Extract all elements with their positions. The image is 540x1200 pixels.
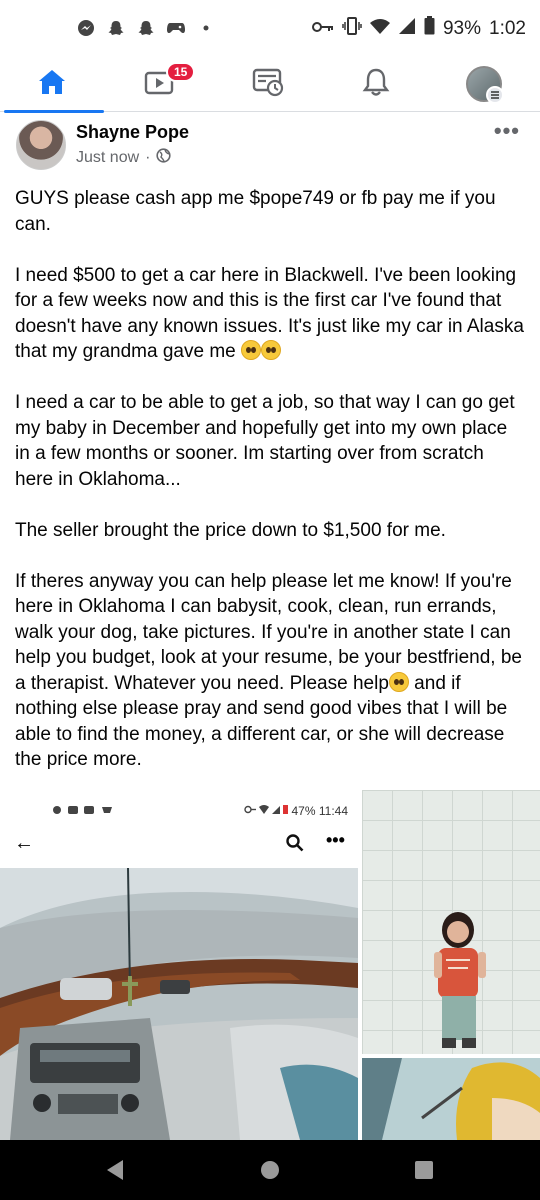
photo-car-screenshot[interactable]: 47% 11:44 ← ••• — [0, 790, 358, 1140]
tab-news[interactable] — [216, 56, 320, 112]
post-paragraph-text: The seller brought the price down to $1,… — [15, 519, 446, 541]
snapchat-icon — [136, 18, 156, 38]
post-paragraph: I need a car to be able to get a job, so… — [15, 390, 525, 492]
post-body: GUYS please cash app me $pope749 or fb p… — [15, 186, 525, 798]
pleading-face-emoji-icon — [261, 340, 281, 360]
tab-watch[interactable]: 15 — [108, 56, 212, 112]
tab-notifications[interactable] — [324, 56, 428, 112]
back-arrow-icon: ← — [14, 832, 34, 854]
home-button-icon[interactable] — [260, 1160, 280, 1185]
post-header: Shayne Pope Just now · ••• — [0, 118, 540, 178]
clock: 1:02 — [489, 17, 526, 39]
screenshot-clock: 11:44 — [318, 804, 348, 818]
back-icon[interactable] — [104, 1158, 126, 1187]
notification-icons — [76, 18, 216, 38]
system-status: 93% 1:02 — [311, 16, 526, 41]
key-icon — [311, 18, 334, 40]
author-name[interactable]: Shayne Pope — [76, 122, 189, 143]
notifications-icon — [362, 67, 390, 102]
battery-percent: 93% — [442, 17, 482, 39]
vibrate-icon — [342, 16, 362, 41]
news-feed-icon — [252, 67, 284, 102]
tab-profile-menu[interactable] — [432, 56, 536, 112]
photo-person[interactable] — [362, 1058, 540, 1140]
car-interior-image — [0, 868, 358, 1140]
photo-child[interactable] — [362, 790, 540, 1054]
globe-icon[interactable] — [156, 148, 172, 168]
post-paragraph: GUYS please cash app me $pope749 or fb p… — [15, 186, 525, 237]
battery-icon — [424, 16, 435, 41]
home-icon — [37, 68, 67, 101]
post-paragraph-text: I need a car to be able to get a job, so… — [15, 392, 515, 490]
screenshot-system-status: 47% 11:44 — [244, 804, 348, 818]
facebook-tab-bar: 15 — [0, 56, 540, 113]
post-paragraph: If theres anyway you can help please let… — [15, 569, 525, 773]
pleading-face-emoji-icon — [241, 340, 261, 360]
author-avatar[interactable] — [16, 120, 66, 170]
screenshot-notification-icons — [52, 804, 124, 819]
dot-icon — [196, 18, 216, 38]
signal-icon — [398, 17, 416, 41]
screenshot-battery-percent: 47% — [291, 804, 316, 818]
menu-icon — [486, 86, 504, 104]
recents-icon[interactable] — [414, 1160, 434, 1185]
post-paragraph: I need $500 to get a car here in Blackwe… — [15, 263, 525, 365]
tab-home[interactable] — [0, 56, 104, 113]
status-bar: 93% 1:02 — [0, 0, 540, 56]
screenshot-toolbar: ← ••• — [0, 830, 358, 860]
messenger-icon — [76, 18, 96, 38]
screenshot-status-bar: 47% 11:44 — [0, 802, 358, 822]
person-photo-image — [362, 1058, 540, 1140]
profile-menu-icon — [466, 66, 504, 104]
android-navigation-bar — [0, 1140, 540, 1200]
active-tab-indicator — [4, 110, 104, 113]
post-paragraph-text: GUYS please cash app me $pope749 or fb p… — [15, 188, 496, 235]
post-more-options-icon[interactable]: ••• — [494, 118, 520, 144]
child-photo-image — [434, 912, 486, 1048]
search-icon — [286, 834, 304, 857]
watch-badge: 15 — [166, 62, 196, 82]
post-paragraph: The seller brought the price down to $1,… — [15, 518, 525, 544]
post-photo-grid: 47% 11:44 ← ••• — [0, 790, 540, 1140]
post-timestamp[interactable]: Just now — [76, 149, 139, 167]
post-meta: Just now · — [76, 148, 172, 168]
game-controller-icon — [166, 18, 186, 38]
pleading-face-emoji-icon — [388, 671, 409, 692]
meta-separator: · — [145, 149, 151, 166]
more-options-icon: ••• — [326, 830, 345, 850]
snapchat-icon — [106, 18, 126, 38]
wifi-icon — [369, 18, 390, 40]
